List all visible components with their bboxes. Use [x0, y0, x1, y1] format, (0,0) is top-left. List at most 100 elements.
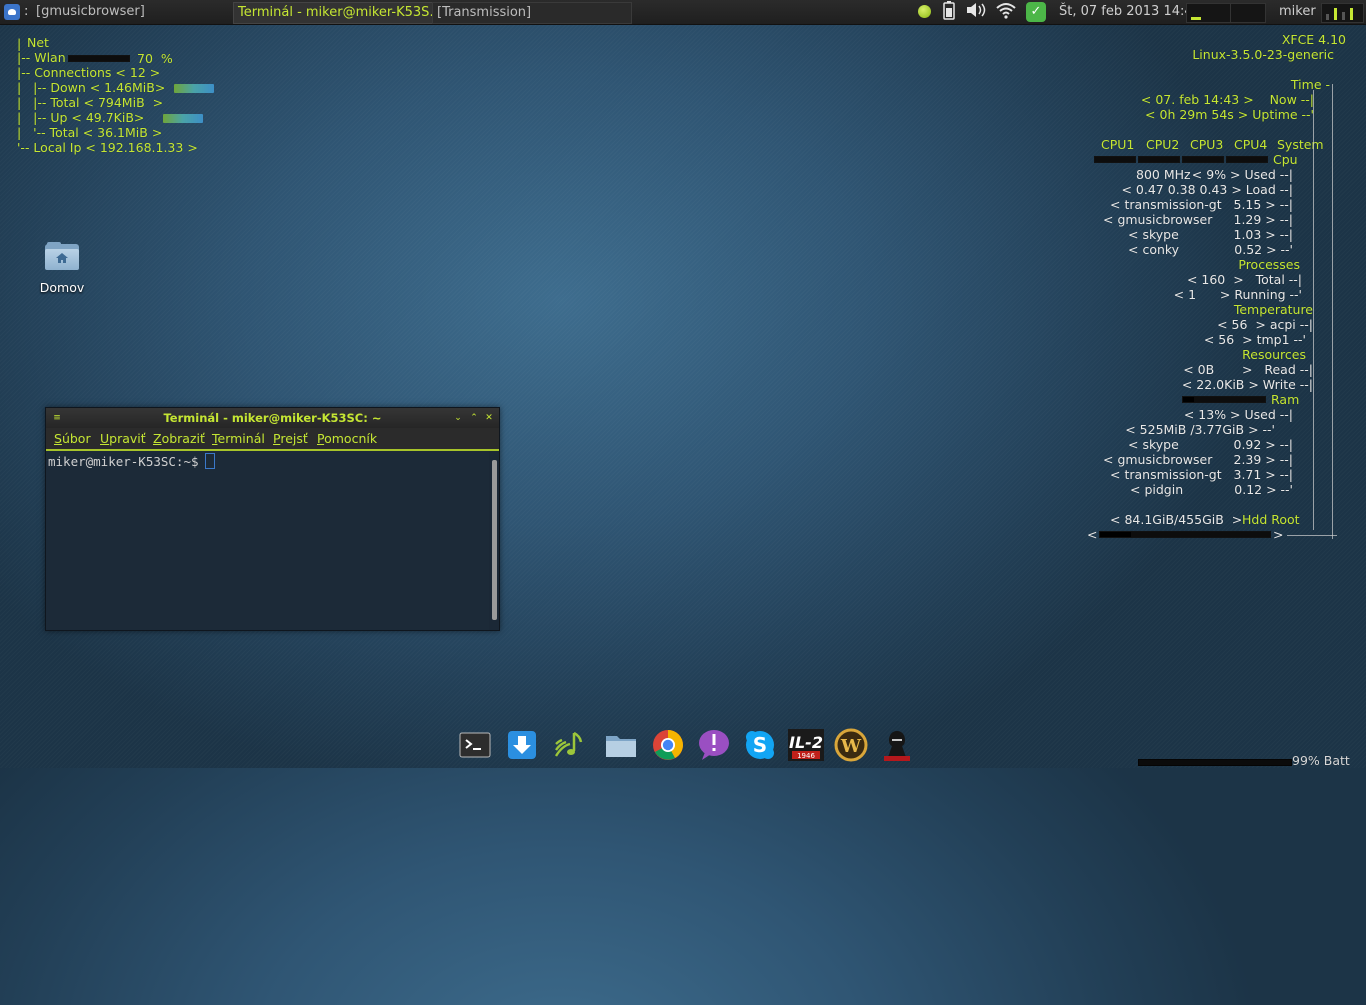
hdd-gauge — [1099, 531, 1271, 538]
status-dot-icon[interactable] — [918, 5, 931, 18]
task-gmusicbrowser[interactable]: [gmusicbrowser] — [36, 0, 226, 24]
il2-subtext: 1946 — [797, 752, 815, 760]
cpu3-label: CPU3 — [1190, 137, 1224, 152]
music-icon[interactable] — [552, 728, 586, 762]
update-check-icon[interactable]: ✓ — [1026, 2, 1046, 22]
cpu-proc-3-name: < skype — [1128, 227, 1179, 242]
battery-label: 99% Batt — [1292, 753, 1350, 768]
wifi-icon[interactable] — [994, 0, 1018, 24]
terminal-title: Terminál - miker@miker-K53SC: ~ — [163, 411, 382, 425]
battery-icon[interactable] — [942, 0, 956, 24]
res-read: < 0B > Read --| — [1183, 362, 1313, 377]
menu-subor[interactable]: Súbor — [54, 430, 91, 447]
top-panel: : [gmusicbrowser] Terminál - miker@miker… — [0, 0, 1366, 25]
processes-title: Processes — [1238, 257, 1300, 272]
app-menu-glyph: : — [24, 4, 29, 19]
xfce-version: XFCE 4.10 — [1281, 32, 1346, 47]
cpu4-gauge — [1226, 156, 1268, 163]
hdd-usage: < 84.1GiB/455GiB > — [1110, 512, 1243, 527]
cpu-proc-2-name: < gmusicbrowser — [1103, 212, 1213, 227]
app-menu-icon[interactable] — [4, 4, 20, 20]
ram-proc-3-name: < transmission-gt — [1110, 467, 1222, 482]
cpu2-label: CPU2 — [1146, 137, 1180, 152]
game-icon[interactable] — [880, 728, 914, 762]
resources-title: Resources — [1242, 347, 1306, 362]
ram-proc-3-value: 3.71 > --| — [1233, 467, 1294, 482]
svg-text:S: S — [753, 733, 767, 757]
ram-proc-4-name: < pidgin — [1130, 482, 1184, 497]
menu-zobrazit[interactable]: Zobraziť — [153, 430, 205, 447]
ram-proc-2-value: 2.39 > --| — [1233, 452, 1294, 467]
terminal-content[interactable]: miker@miker-K53SC:~$ — [46, 451, 489, 630]
skype-icon[interactable]: S — [743, 728, 777, 762]
download-icon[interactable] — [505, 728, 539, 762]
cpu-proc-1-name: < transmission-gt — [1110, 197, 1222, 212]
time-uptime: < 0h 29m 54s > Uptime --' — [1145, 107, 1314, 122]
task-transmission[interactable]: [Transmission] — [432, 2, 632, 24]
hdd-open-bracket: < — [1087, 527, 1098, 542]
cpu-graph-icon[interactable] — [1186, 3, 1232, 23]
ram-proc-1-value: 0.92 > --| — [1233, 437, 1294, 452]
close-icon[interactable]: ✕ — [482, 411, 496, 425]
tree-line-2 — [1332, 84, 1333, 539]
prompt-text: miker@miker-K53SC:~$ — [48, 454, 199, 469]
home-folder-icon — [45, 242, 79, 270]
hdd-title: Hdd Root — [1242, 512, 1300, 527]
text-cursor — [204, 453, 215, 469]
ram-gauge — [1182, 396, 1266, 403]
terminal-window[interactable]: ≡ Terminál - miker@miker-K53SC: ~ ⌄ ⌃ ✕ … — [45, 407, 500, 631]
minimize-icon[interactable]: ⌄ — [451, 411, 465, 425]
cpu-freq: 800 MHz — [1136, 167, 1191, 182]
workspace-switcher[interactable] — [1321, 3, 1364, 23]
ram-size: < 525MiB /3.77GiB > --' — [1125, 422, 1275, 437]
cpu-proc-4-value: 0.52 > --' — [1234, 242, 1293, 257]
pidgin-icon[interactable] — [697, 728, 731, 762]
ram-used: < 13% > Used --| — [1183, 407, 1293, 422]
temp-acpi: < 56 > acpi --| — [1217, 317, 1313, 332]
tree-line-1 — [1313, 90, 1314, 530]
terminal-icon[interactable] — [458, 728, 492, 762]
ram-proc-2-name: < gmusicbrowser — [1103, 452, 1213, 467]
cpu4-label: CPU4 — [1234, 137, 1268, 152]
terminal-scrollbar[interactable] — [492, 460, 497, 620]
tree-line-3 — [1287, 535, 1337, 536]
cpu-used: < 9% > Used --| — [1191, 167, 1293, 182]
il2-icon[interactable]: IL-2 1946 — [788, 728, 824, 762]
ram-proc-4-value: 0.12 > --' — [1234, 482, 1293, 497]
chrome-icon[interactable] — [651, 728, 685, 762]
processes-running: < 1 > Running --' — [1173, 287, 1302, 302]
battery-gauge — [1138, 759, 1292, 766]
time-now: < 07. feb 14:43 > Now --| — [1140, 92, 1314, 107]
terminal-titlebar[interactable]: ≡ Terminál - miker@miker-K53SC: ~ ⌄ ⌃ ✕ — [46, 408, 499, 428]
task-terminal[interactable]: Terminál - miker@miker-K53S... — [233, 2, 433, 24]
cpu-proc-1-value: 5.15 > --| — [1233, 197, 1294, 212]
net-graph-icon[interactable] — [1230, 3, 1266, 23]
volume-icon[interactable] — [964, 0, 988, 24]
conky-system: XFCE 4.10 Linux-3.5.0-23-generic Time - … — [0, 0, 1366, 768]
cpu-title: Cpu — [1273, 152, 1298, 167]
clock[interactable]: Št, 07 feb 2013 14:43 — [1059, 0, 1201, 24]
desktop-home-icon[interactable]: Domov — [28, 238, 96, 295]
menu-pomocnik[interactable]: Pomocník — [317, 430, 377, 447]
time-title: Time - — [1290, 77, 1330, 92]
home-label: Domov — [39, 280, 85, 295]
cpu1-label: CPU1 — [1101, 137, 1135, 152]
menu-prejst[interactable]: Prejsť — [273, 430, 308, 447]
temp-tmp1: < 56 > tmp1 --' — [1203, 332, 1306, 347]
terminal-prompt-line: miker@miker-K53SC:~$ — [48, 453, 215, 469]
user-menu[interactable]: miker — [1279, 0, 1316, 24]
processes-total: < 160 > Total --| — [1186, 272, 1302, 287]
il2-text: IL-2 — [789, 733, 823, 752]
wow-icon[interactable]: W — [834, 728, 868, 762]
cpu-proc-2-value: 1.29 > --| — [1233, 212, 1294, 227]
res-write: < 22.0KiB > Write --| — [1181, 377, 1313, 392]
maximize-icon[interactable]: ⌃ — [467, 411, 481, 425]
menu-upravit[interactable]: Upraviť — [100, 430, 146, 447]
cpu-load: < 0.47 0.38 0.43 > Load --| — [1121, 182, 1293, 197]
cpu-proc-3-value: 1.03 > --| — [1233, 227, 1294, 242]
menu-terminal[interactable]: Terminál — [212, 430, 265, 447]
system-title: System — [1277, 137, 1324, 152]
cpu2-gauge — [1138, 156, 1180, 163]
files-icon[interactable] — [604, 728, 638, 762]
cpu3-gauge — [1182, 156, 1224, 163]
